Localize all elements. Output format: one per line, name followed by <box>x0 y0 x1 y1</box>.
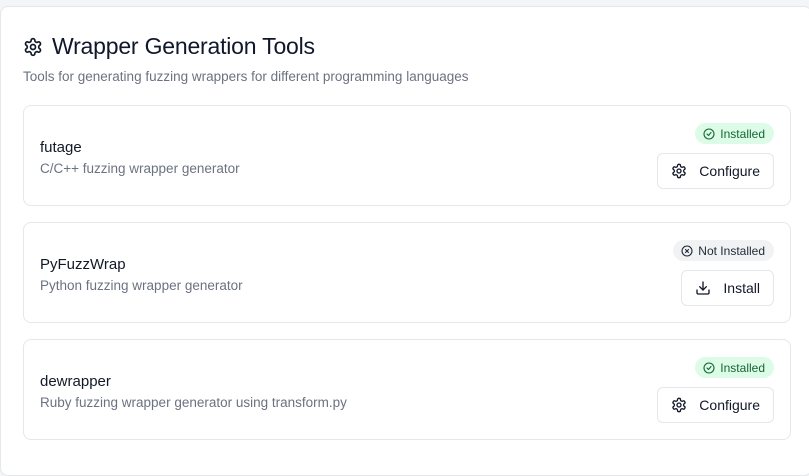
page-title: Wrapper Generation Tools <box>52 33 315 59</box>
panel-header: Wrapper Generation Tools Tools for gener… <box>23 33 469 84</box>
status-badge-label: Installed <box>720 126 765 141</box>
gear-icon <box>23 37 43 57</box>
x-circle-icon <box>681 244 693 257</box>
status-badge: Installed <box>695 123 774 144</box>
tool-card-pyfuzzwrap: PyFuzzWrap Python fuzzing wrapper genera… <box>23 222 791 323</box>
configure-button-label: Configure <box>699 163 760 179</box>
gear-icon <box>672 397 686 413</box>
configure-button-label: Configure <box>699 397 760 413</box>
tool-name: PyFuzzWrap <box>40 256 126 273</box>
status-badge-label: Installed <box>720 360 765 375</box>
tool-card-dewrapper: dewrapper Ruby fuzzing wrapper generator… <box>23 339 791 440</box>
status-badge: Installed <box>695 357 774 378</box>
download-icon <box>696 281 711 295</box>
title-row: Wrapper Generation Tools <box>23 33 469 60</box>
gear-icon <box>672 163 686 179</box>
install-button-label: Install <box>723 280 760 296</box>
configure-button[interactable]: Configure <box>657 153 774 189</box>
check-circle-icon <box>703 361 715 374</box>
check-circle-icon <box>703 127 715 140</box>
tool-description: C/C++ fuzzing wrapper generator <box>40 161 240 176</box>
page-subtitle: Tools for generating fuzzing wrappers fo… <box>23 69 469 84</box>
status-badge-label: Not Installed <box>698 243 765 258</box>
tool-card-futage: futage C/C++ fuzzing wrapper generator I… <box>23 105 791 206</box>
tool-name: futage <box>40 139 82 156</box>
tool-description: Python fuzzing wrapper generator <box>40 278 243 293</box>
install-button[interactable]: Install <box>681 270 774 306</box>
wrapper-tools-panel: Wrapper Generation Tools Tools for gener… <box>0 6 809 476</box>
status-badge: Not Installed <box>673 240 774 261</box>
tool-description: Ruby fuzzing wrapper generator using tra… <box>40 395 347 410</box>
tool-name: dewrapper <box>40 373 111 390</box>
configure-button[interactable]: Configure <box>657 387 774 423</box>
